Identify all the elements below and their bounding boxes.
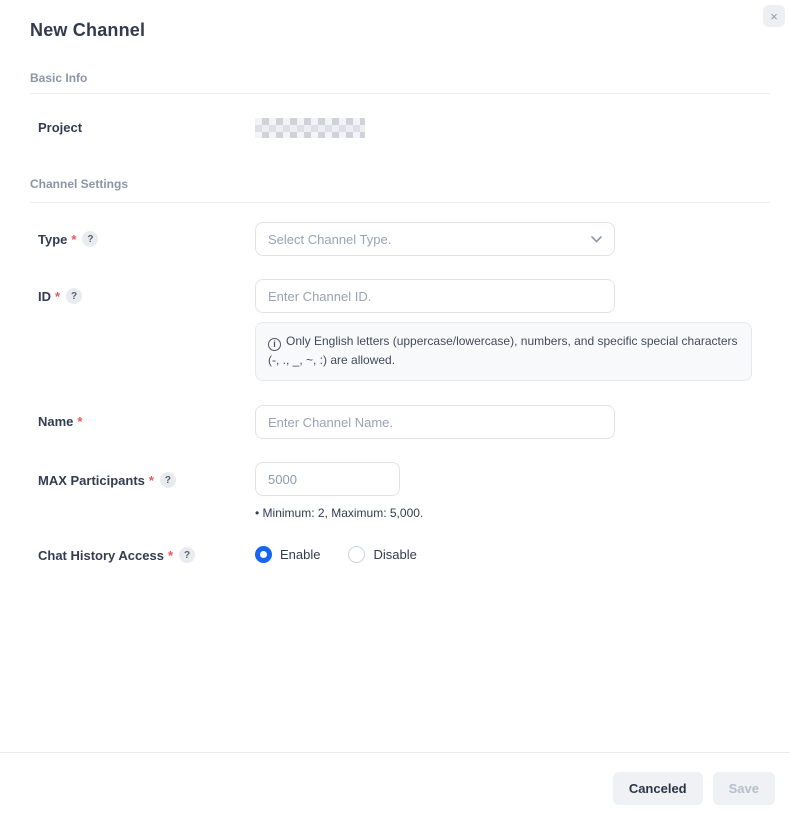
channel-type-placeholder: Select Channel Type. bbox=[268, 232, 391, 247]
max-participants-input[interactable] bbox=[255, 462, 400, 496]
section-header-channel-settings: Channel Settings bbox=[30, 177, 128, 191]
radio-disable-label: Disable bbox=[373, 547, 416, 562]
divider bbox=[30, 202, 770, 203]
max-participants-label: MAX Participants * ? bbox=[38, 472, 176, 488]
required-asterisk: * bbox=[55, 289, 60, 304]
required-asterisk: * bbox=[77, 414, 82, 429]
project-label: Project bbox=[38, 120, 82, 135]
new-channel-modal: × New Channel Basic Info Project Channel… bbox=[0, 0, 790, 820]
id-label-text: ID bbox=[38, 289, 51, 304]
chat-history-access-label: Chat History Access * ? bbox=[38, 547, 195, 563]
section-header-basic-info: Basic Info bbox=[30, 71, 87, 85]
help-icon[interactable]: ? bbox=[160, 472, 176, 488]
required-asterisk: * bbox=[149, 473, 154, 488]
help-icon[interactable]: ? bbox=[82, 231, 98, 247]
required-asterisk: * bbox=[168, 548, 173, 563]
name-label-text: Name bbox=[38, 414, 73, 429]
page-title: New Channel bbox=[30, 20, 145, 41]
max-participants-note: • Minimum: 2, Maximum: 5,000. bbox=[255, 506, 423, 520]
footer-divider bbox=[0, 752, 790, 753]
radio-enable-label: Enable bbox=[280, 547, 320, 562]
channel-name-input[interactable] bbox=[255, 405, 615, 439]
divider bbox=[30, 93, 770, 94]
id-label: ID * ? bbox=[38, 288, 82, 304]
chat-history-access-label-text: Chat History Access bbox=[38, 548, 164, 563]
project-label-text: Project bbox=[38, 120, 82, 135]
help-icon[interactable]: ? bbox=[66, 288, 82, 304]
max-participants-label-text: MAX Participants bbox=[38, 473, 145, 488]
footer-buttons: Canceled Save bbox=[613, 772, 775, 805]
help-icon[interactable]: ? bbox=[179, 547, 195, 563]
id-info-text: Only English letters (uppercase/lowercas… bbox=[268, 334, 738, 367]
channel-id-input[interactable] bbox=[255, 279, 615, 313]
radio-circle-icon bbox=[348, 546, 365, 563]
cancel-button[interactable]: Canceled bbox=[613, 772, 703, 805]
id-info-box: iOnly English letters (uppercase/lowerca… bbox=[255, 322, 752, 381]
channel-type-select[interactable]: Select Channel Type. bbox=[255, 222, 615, 256]
close-icon[interactable]: × bbox=[763, 5, 785, 27]
chat-history-access-radio-group: Enable Disable bbox=[255, 546, 417, 563]
save-button[interactable]: Save bbox=[713, 772, 775, 805]
radio-circle-icon bbox=[255, 546, 272, 563]
project-value-redacted bbox=[255, 118, 365, 138]
chevron-down-icon bbox=[591, 236, 602, 243]
radio-disable[interactable]: Disable bbox=[348, 546, 416, 563]
radio-enable[interactable]: Enable bbox=[255, 546, 320, 563]
info-icon: i bbox=[268, 338, 281, 351]
type-label: Type * ? bbox=[38, 231, 98, 247]
name-label: Name * bbox=[38, 414, 82, 429]
required-asterisk: * bbox=[71, 232, 76, 247]
type-label-text: Type bbox=[38, 232, 67, 247]
